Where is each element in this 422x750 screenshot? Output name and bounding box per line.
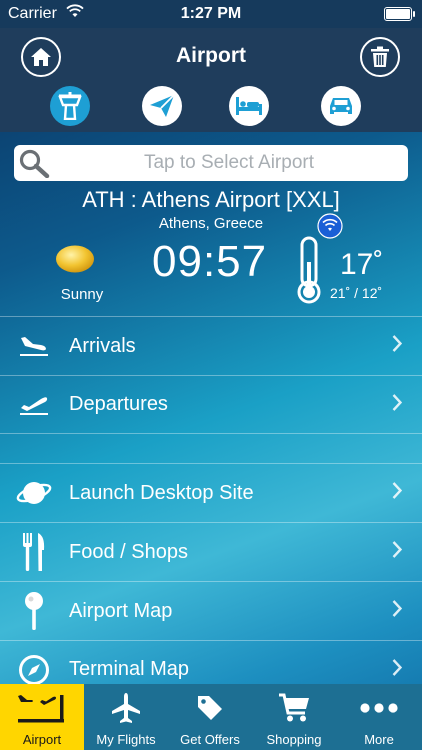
arrival-plane-icon — [16, 328, 52, 364]
tab-airport[interactable]: Airport — [0, 684, 84, 750]
tab-my-flights[interactable]: My Flights — [84, 684, 168, 750]
category-flights[interactable] — [142, 86, 182, 126]
weather-condition: Sunny — [60, 286, 104, 303]
chevron-right-icon — [392, 482, 403, 505]
paper-plane-icon — [150, 94, 175, 117]
tab-label: More — [364, 732, 394, 747]
tab-get-offers[interactable]: Get Offers — [168, 684, 252, 750]
category-hotels[interactable] — [229, 86, 269, 126]
thermometer-icon — [294, 236, 324, 309]
app-header: Airport — [0, 28, 422, 132]
tab-label: Airport — [22, 732, 62, 747]
info-menu: Launch Desktop Site Food / Shops Airport… — [0, 463, 422, 699]
menu-row-desktop-site[interactable]: Launch Desktop Site — [0, 463, 422, 522]
car-icon — [330, 98, 352, 114]
chevron-right-icon — [392, 541, 403, 564]
page-title: Airport — [176, 44, 246, 67]
chevron-right-icon — [392, 393, 403, 416]
tag-icon — [196, 690, 224, 726]
chevron-right-icon — [392, 600, 403, 623]
chevron-right-icon — [392, 658, 403, 681]
tab-label: My Flights — [96, 732, 156, 747]
category-airport-tower[interactable] — [50, 86, 90, 126]
menu-label: Airport Map — [69, 599, 173, 622]
menu-label: Departures — [69, 393, 168, 415]
status-time: 1:27 PM — [180, 5, 242, 22]
fork-knife-icon — [16, 533, 52, 571]
menu-row-arrivals[interactable]: Arrivals — [0, 316, 422, 375]
menu-label: Launch Desktop Site — [69, 481, 254, 504]
menu-row-departures[interactable]: Departures — [0, 375, 422, 434]
search-input[interactable] — [54, 145, 404, 181]
airport-city: Athens, Greece — [158, 215, 264, 232]
map-pin-icon — [16, 592, 52, 630]
sun-icon — [55, 244, 95, 274]
airport-name: ATH : Athens Airport [XXL] — [82, 187, 340, 212]
chevron-right-icon — [392, 335, 403, 358]
airplane-icon — [110, 690, 142, 726]
bed-icon — [236, 97, 262, 115]
more-dots-icon — [359, 690, 399, 726]
local-time: 09:57 — [152, 237, 268, 286]
menu-label: Food / Shops — [69, 540, 188, 563]
delete-button[interactable] — [360, 37, 400, 77]
tab-shopping[interactable]: Shopping — [252, 684, 336, 750]
menu-row-airport-map[interactable]: Airport Map — [0, 581, 422, 640]
status-bar: Carrier 1:27 PM — [0, 0, 422, 28]
search-icon — [18, 148, 50, 183]
airport-search[interactable] — [14, 145, 408, 181]
category-cars[interactable] — [321, 86, 361, 126]
shopping-cart-icon — [278, 690, 310, 726]
tab-label: Shopping — [266, 732, 322, 747]
trash-icon — [371, 46, 389, 67]
tab-more[interactable]: More — [336, 684, 422, 750]
compass-icon — [16, 652, 52, 688]
tab-bar: Airport My Flights Get Offers Shopping M… — [0, 684, 422, 750]
flight-menu: Arrivals Departures — [0, 316, 422, 434]
planet-icon — [16, 475, 52, 511]
temperature-range: 21˚ / 12˚ — [330, 285, 383, 301]
departure-plane-icon — [16, 387, 52, 423]
menu-row-food-shops[interactable]: Food / Shops — [0, 522, 422, 581]
tab-label: Get Offers — [180, 732, 240, 747]
control-tower-icon — [58, 92, 82, 120]
battery-icon — [384, 7, 415, 21]
menu-label: Terminal Map — [69, 658, 190, 680]
temperature: 17˚ — [340, 248, 384, 281]
menu-label: Arrivals — [69, 334, 136, 357]
airport-runway-icon — [16, 690, 68, 726]
